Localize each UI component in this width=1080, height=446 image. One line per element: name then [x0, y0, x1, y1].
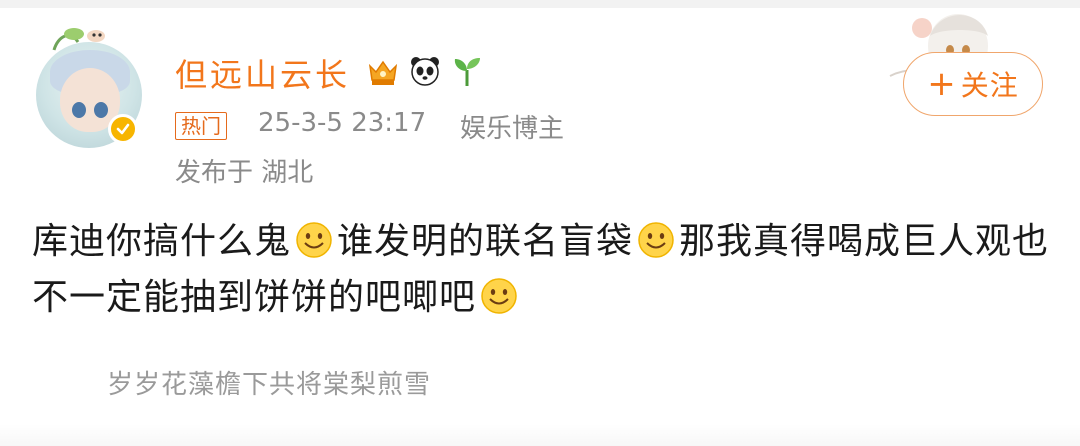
avatar-eye-left [72, 102, 86, 118]
smile-emoji-icon [638, 222, 674, 258]
author-name[interactable]: 但远山云长 [175, 50, 350, 96]
crown-badge-icon[interactable] [365, 53, 401, 89]
panda-icon[interactable] [407, 53, 443, 89]
plus-icon: + [927, 64, 957, 104]
verified-badge-icon [108, 114, 138, 144]
follow-button[interactable]: + 关注 [903, 52, 1043, 116]
post-text-segment: 库迪你搞什么鬼 [32, 221, 292, 262]
sprout-icon[interactable] [449, 53, 485, 89]
author-emblems [365, 53, 485, 89]
post-timestamp: 25-3-5 23:17 [258, 108, 427, 138]
post-location: 发布于 湖北 [175, 158, 314, 188]
hot-tag: 热门 [175, 112, 227, 140]
bottom-fade [0, 424, 1080, 446]
smile-emoji-icon [296, 222, 332, 258]
avatar-eye-right [94, 102, 108, 118]
post-text-segment: 谁发明的联名盲袋 [337, 221, 634, 262]
post-caption: 岁岁花藻檐下共将棠梨煎雪 [107, 370, 432, 400]
author-role: 娱乐博主 [460, 114, 565, 144]
follow-label: 关注 [960, 69, 1019, 102]
post-content: 库迪你搞什么鬼 谁发明的联名盲袋 那我真得喝成巨人观也不一定能抽到饼饼的吧唧吧 [32, 214, 1062, 326]
smile-emoji-icon [481, 278, 517, 314]
author-avatar-container[interactable] [36, 22, 146, 150]
